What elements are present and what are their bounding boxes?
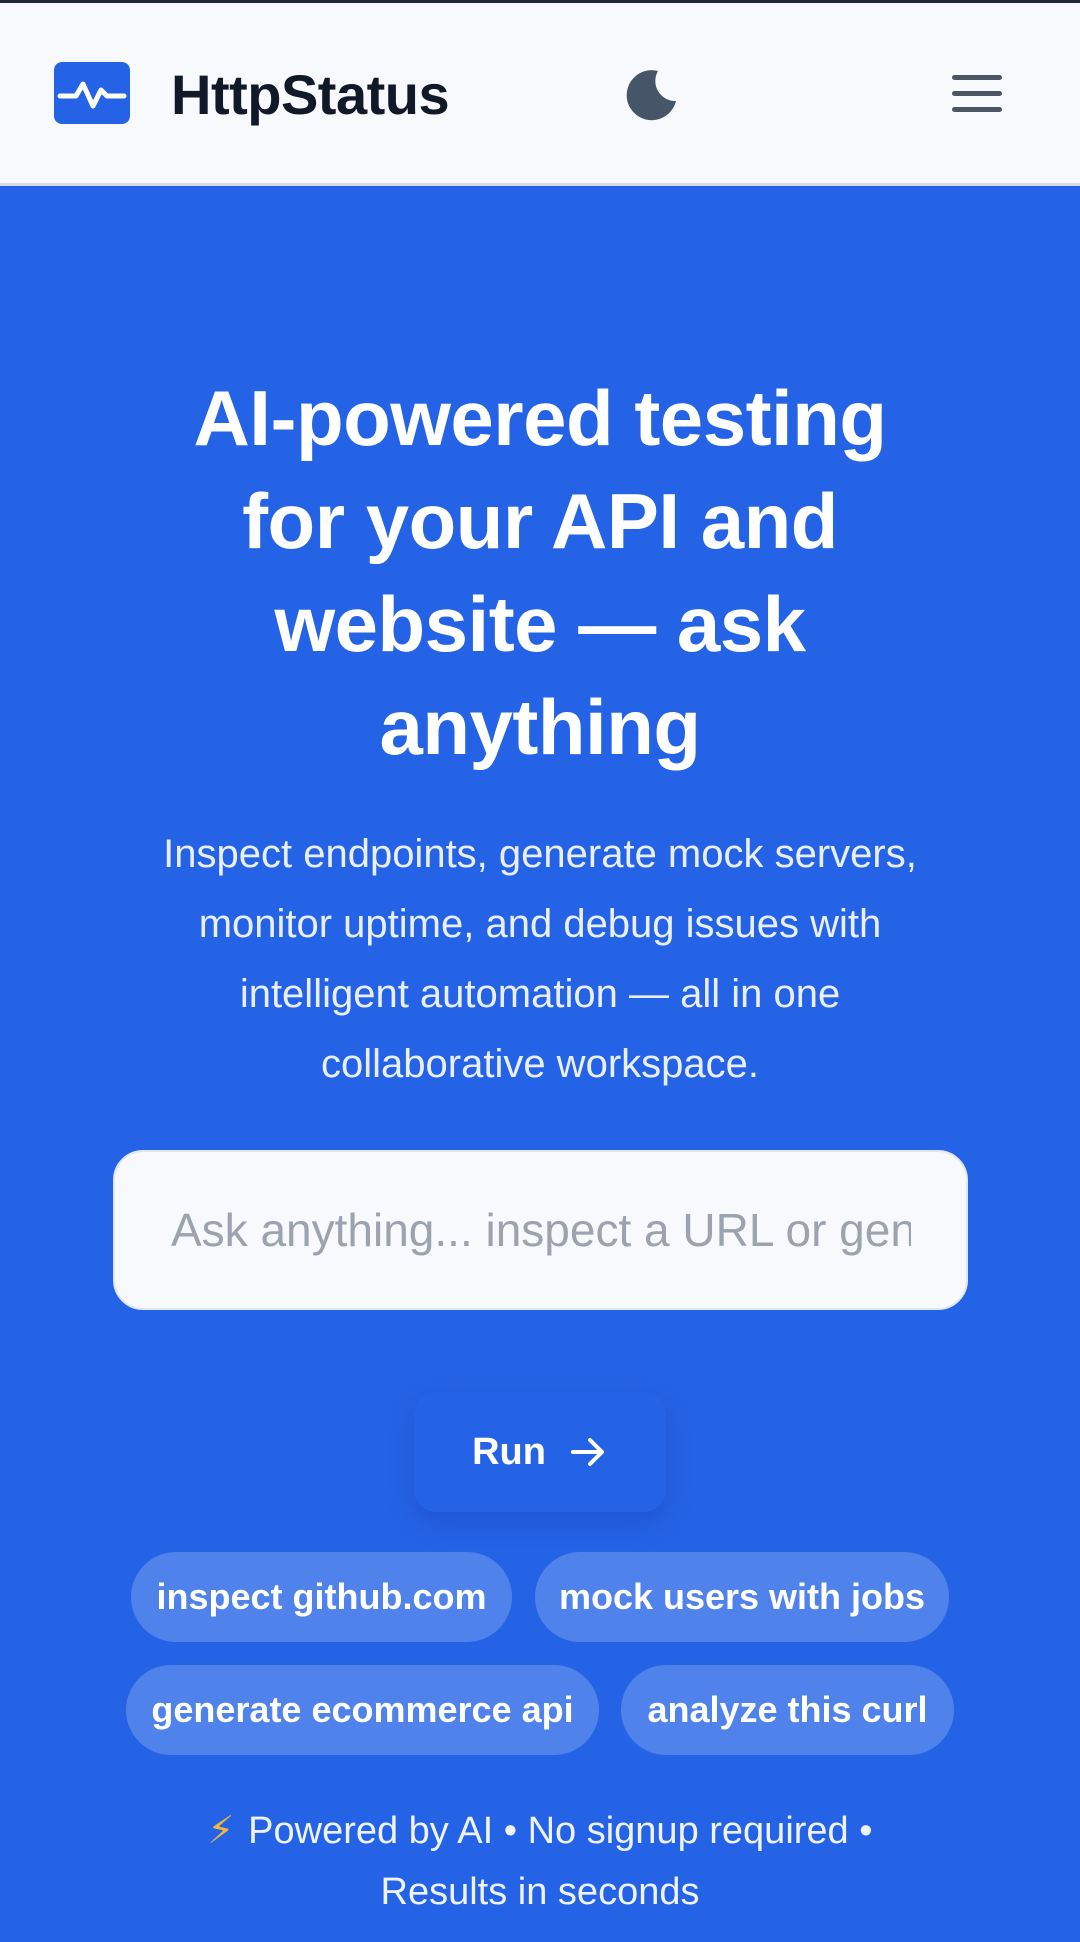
headline-line: AI-powered testing xyxy=(193,374,887,462)
search-box xyxy=(113,1150,968,1310)
run-button[interactable]: Run xyxy=(414,1392,666,1512)
footer-line: Powered by AI • No signup required • xyxy=(248,1810,873,1852)
site-header: HttpStatus xyxy=(0,3,1080,186)
headline-line: anything xyxy=(379,683,702,771)
activity-pulse-icon xyxy=(57,81,127,109)
run-button-label: Run xyxy=(472,1430,546,1473)
subtitle-line: collaborative workspace. xyxy=(321,1042,759,1086)
hamburger-menu-icon xyxy=(952,75,1002,80)
subtitle-line: monitor uptime, and debug issues with xyxy=(198,902,882,946)
suggestion-chip[interactable]: generate ecommerce api xyxy=(126,1665,599,1755)
subtitle-line: Inspect endpoints, generate mock servers… xyxy=(163,832,917,876)
lightning-bolt-icon: ⚡ xyxy=(207,1810,235,1852)
hamburger-menu-icon xyxy=(952,91,1002,96)
suggestion-chip[interactable]: mock users with jobs xyxy=(535,1552,949,1642)
headline-line: website — ask xyxy=(274,580,806,668)
logo[interactable] xyxy=(54,62,130,124)
hamburger-menu-icon xyxy=(952,107,1002,112)
brand-name[interactable]: HttpStatus xyxy=(171,60,450,130)
hero-headline: AI-powered testing for your API and webs… xyxy=(100,367,980,779)
subtitle-line: intelligent automation — all in one xyxy=(239,972,841,1016)
hero-subtitle: Inspect endpoints, generate mock servers… xyxy=(90,819,990,1099)
suggestion-chip[interactable]: analyze this curl xyxy=(621,1665,954,1755)
suggestion-chip[interactable]: inspect github.com xyxy=(131,1552,512,1642)
arrow-right-icon xyxy=(570,1438,604,1466)
search-input[interactable] xyxy=(171,1152,911,1308)
theme-toggle-button[interactable] xyxy=(624,67,680,123)
headline-line: for your API and xyxy=(242,477,838,565)
moon-icon xyxy=(626,70,676,121)
hero-section: AI-powered testing for your API and webs… xyxy=(0,189,1080,1942)
footer-note: ⚡ Powered by AI • No signup required • Re… xyxy=(100,1801,980,1923)
footer-line: Results in seconds xyxy=(380,1871,700,1913)
menu-button[interactable] xyxy=(948,73,1004,115)
